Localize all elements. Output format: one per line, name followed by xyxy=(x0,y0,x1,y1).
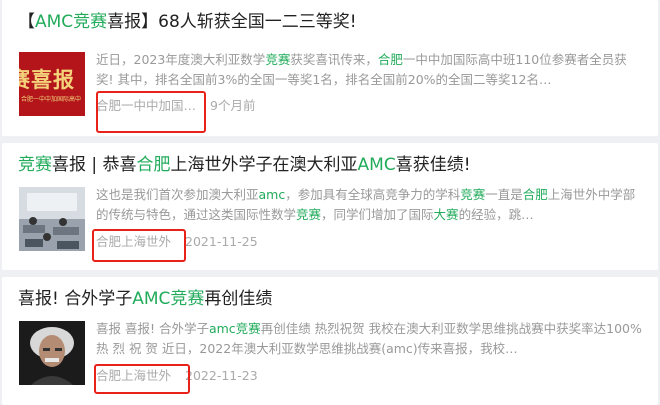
search-result-card: 【AMC竞赛喜报】68人斩获全国一二三等奖! 赛喜报 合肥一中中加国际高中 近日… xyxy=(2,0,658,136)
text-segment: 上海世外学子在澳大利亚 xyxy=(170,155,358,175)
search-result-card: 竞赛喜报 | 恭喜合肥上海世外学子在澳大利亚AMC喜获佳绩! 这也是我们首次参加… xyxy=(2,143,658,270)
annotation-box xyxy=(96,91,206,133)
result-time: 2022-11-23 xyxy=(185,368,258,383)
text-segment: 一直是 xyxy=(485,187,523,202)
thumbnail-banner-text: 赛喜报 xyxy=(19,68,75,92)
search-result-card: 喜报! 合外学子AMC竞赛再创佳绩 喜报 喜报! 合外学子amc竞赛再创佳绩 热… xyxy=(2,277,658,405)
highlighted-keyword: AMC xyxy=(357,155,396,175)
highlighted-keyword: 竞赛 xyxy=(460,187,486,202)
text-segment: 喜获佳绩! xyxy=(395,155,471,175)
annotation-box xyxy=(92,229,186,262)
highlighted-keyword: amc xyxy=(258,187,286,202)
result-thumbnail[interactable]: 赛喜报 合肥一中中加国际高中 xyxy=(19,52,85,116)
result-title-link[interactable]: 【AMC竞赛喜报】68人斩获全国一二三等奖! xyxy=(18,10,648,34)
highlighted-keyword: 合肥 xyxy=(377,52,403,67)
text-segment: 喜报! 合外学子 xyxy=(18,289,133,309)
result-time: 9个月前 xyxy=(210,98,256,113)
highlighted-keyword: 合肥 xyxy=(136,155,171,175)
annotation-box xyxy=(94,364,190,394)
highlighted-keyword: 合肥 xyxy=(522,187,548,202)
highlighted-keyword: AMC竞赛 xyxy=(35,12,108,32)
text-segment: 这也是我们首次参加澳大利亚 xyxy=(96,187,259,202)
highlighted-keyword: 竞赛 xyxy=(265,52,291,67)
result-title-link[interactable]: 喜报! 合外学子AMC竞赛再创佳绩 xyxy=(18,287,648,311)
text-segment: 喜报】68人斩获全国一二三等奖! xyxy=(107,12,357,32)
result-snippet: 这也是我们首次参加澳大利亚amc，参加具有全球高竞争力的学科竞赛一直是合肥上海世… xyxy=(96,185,644,225)
text-segment: 【 xyxy=(18,12,35,32)
highlighted-keyword: amc竞赛 xyxy=(208,321,261,336)
result-thumbnail[interactable] xyxy=(19,321,85,385)
result-thumbnail[interactable] xyxy=(19,187,85,251)
result-snippet: 近日，2023年度澳大利亚数学竞赛获奖喜讯传来，合肥一中中加国际高中班110位参… xyxy=(96,50,644,90)
result-snippet: 喜报 喜报! 合外学子amc竞赛再创佳绩 热烈祝贺 我校在澳大利亚数学思维挑战赛… xyxy=(96,319,644,359)
text-segment: 喜报 喜报! 合外学子 xyxy=(96,321,209,336)
highlighted-keyword: 竞赛 xyxy=(18,155,52,175)
text-segment: 的经验，跳… xyxy=(458,207,534,222)
result-time: 2021-11-25 xyxy=(185,234,258,249)
thumbnail-sub-text: 合肥一中中加国际高中 xyxy=(21,96,82,103)
text-segment: 获奖喜讯传来， xyxy=(290,52,378,67)
classroom-photo xyxy=(19,187,85,251)
text-segment: 再创佳绩 xyxy=(204,289,273,309)
text-segment: ，参加具有全球高竞争力的学科 xyxy=(285,187,461,202)
result-title-link[interactable]: 竞赛喜报 | 恭喜合肥上海世外学子在澳大利亚AMC喜获佳绩! xyxy=(18,153,648,177)
text-segment: 近日，2023年度澳大利亚数学 xyxy=(96,52,266,67)
portrait-photo xyxy=(19,321,85,385)
highlighted-keyword: AMC竞赛 xyxy=(132,289,205,309)
highlighted-keyword: 竞赛 xyxy=(296,207,322,222)
text-segment: 喜报 | 恭喜 xyxy=(52,155,137,175)
highlighted-keyword: 大赛 xyxy=(433,207,459,222)
text-segment: ，同学们增加了国际 xyxy=(321,207,434,222)
